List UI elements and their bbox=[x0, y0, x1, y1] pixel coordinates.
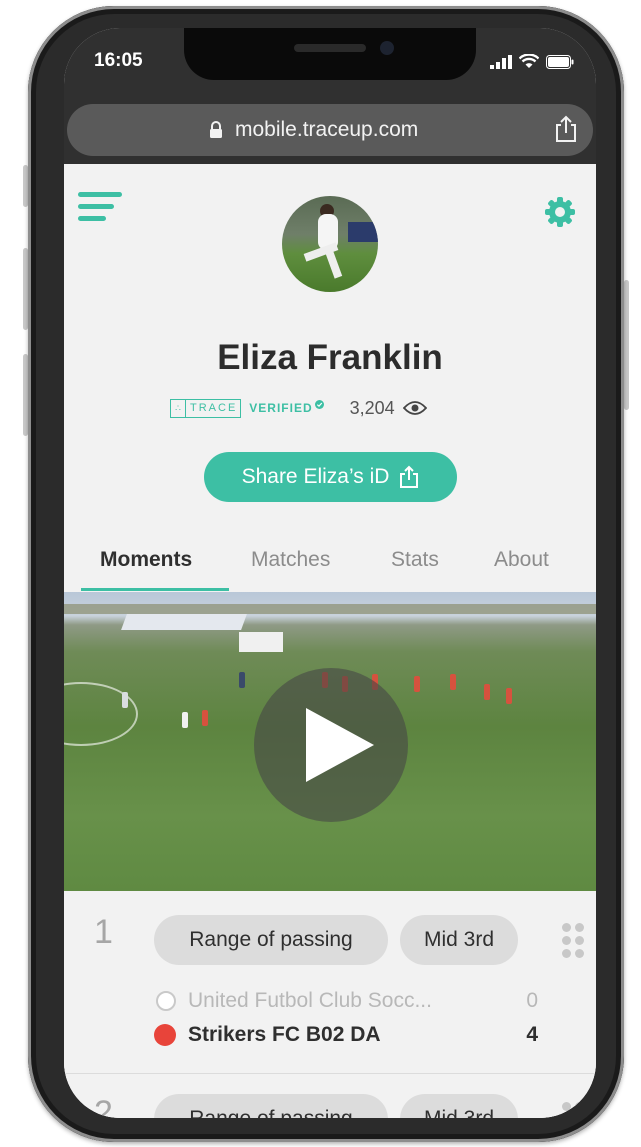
moment-item[interactable]: 1 Range of passing Mid 3rd United Futbol… bbox=[64, 891, 596, 1073]
active-tab-indicator bbox=[81, 588, 229, 591]
video-player bbox=[239, 672, 245, 688]
video-player bbox=[202, 710, 208, 726]
video-player bbox=[484, 684, 490, 700]
profile-name: Eliza Franklin bbox=[217, 338, 443, 377]
video-player bbox=[122, 692, 128, 708]
signal-icon bbox=[490, 55, 512, 69]
video-player bbox=[506, 688, 512, 704]
moment-number: 2 bbox=[94, 1094, 113, 1118]
video-building bbox=[239, 632, 283, 652]
address-bar[interactable]: mobile.traceup.com bbox=[67, 104, 593, 156]
view-count: 3,204 bbox=[349, 397, 395, 418]
phone-screen: 16:05 mobile.traceup.com Eliza Franklin … bbox=[64, 28, 596, 1118]
moment-video[interactable] bbox=[64, 592, 596, 891]
video-player bbox=[450, 674, 456, 690]
team-color-dot bbox=[154, 1024, 176, 1046]
lock-icon bbox=[210, 121, 222, 138]
drag-handle-icon[interactable] bbox=[562, 1102, 584, 1118]
tab-stats[interactable]: Stats bbox=[391, 548, 439, 572]
video-player bbox=[414, 676, 420, 692]
eye-icon bbox=[402, 401, 427, 415]
share-id-button[interactable]: Share Eliza’s iD bbox=[204, 452, 457, 502]
trace-logo-text: TRACE bbox=[190, 402, 238, 414]
avatar-player-leg bbox=[325, 251, 343, 279]
status-bar: 16:05 bbox=[64, 28, 596, 102]
profile-tabs: Moments Matches Stats About bbox=[64, 536, 596, 593]
page-content: Eliza Franklin ∴ TRACE VERIFIED 3,204 Sh… bbox=[64, 164, 596, 1118]
speaker bbox=[294, 44, 366, 52]
avatar-banner bbox=[348, 222, 378, 242]
team-score: 4 bbox=[526, 1023, 538, 1046]
power-button bbox=[624, 280, 629, 410]
play-icon bbox=[306, 708, 374, 782]
tab-moments[interactable]: Moments bbox=[100, 548, 192, 572]
front-camera bbox=[380, 41, 394, 55]
tab-about[interactable]: About bbox=[494, 548, 549, 572]
team-name: Strikers FC B02 DA bbox=[188, 1023, 381, 1046]
team-name: United Futbol Club Socc... bbox=[188, 989, 432, 1012]
team-score: 0 bbox=[526, 989, 538, 1012]
status-icons bbox=[490, 54, 574, 69]
team-color-dot bbox=[156, 991, 176, 1011]
trace-logo-mark: ∴ bbox=[171, 399, 186, 417]
moment-item[interactable]: 2 Range of passing Mid 3rd bbox=[64, 1074, 596, 1118]
browser-bar: mobile.traceup.com bbox=[64, 102, 596, 164]
share-icon[interactable] bbox=[555, 115, 577, 143]
drag-handle-icon[interactable] bbox=[562, 923, 584, 958]
team-row: United Futbol Club Socc... bbox=[156, 989, 432, 1013]
moment-tag[interactable]: Mid 3rd bbox=[400, 1094, 518, 1118]
gear-icon[interactable] bbox=[544, 196, 576, 228]
play-button[interactable] bbox=[254, 668, 408, 822]
video-treeline bbox=[64, 604, 596, 614]
trace-logo: ∴ TRACE bbox=[170, 398, 242, 418]
video-player bbox=[182, 712, 188, 728]
video-stand bbox=[121, 614, 247, 630]
moment-tag[interactable]: Mid 3rd bbox=[400, 915, 518, 965]
url-text: mobile.traceup.com bbox=[235, 118, 419, 141]
verify-row: ∴ TRACE VERIFIED 3,204 bbox=[170, 397, 427, 419]
moment-tag[interactable]: Range of passing bbox=[154, 1094, 388, 1118]
hamburger-menu-icon[interactable] bbox=[78, 192, 122, 228]
moment-tag[interactable]: Range of passing bbox=[154, 915, 388, 965]
wifi-icon bbox=[519, 54, 539, 68]
battery-icon bbox=[546, 55, 574, 69]
share-id-button-label: Share Eliza’s iD bbox=[241, 465, 390, 488]
notch bbox=[184, 28, 476, 80]
verified-label: VERIFIED bbox=[249, 401, 313, 415]
team-row: Strikers FC B02 DA bbox=[154, 1023, 381, 1047]
tab-matches[interactable]: Matches bbox=[251, 548, 330, 572]
verified-badge-icon bbox=[314, 399, 324, 409]
moment-number: 1 bbox=[94, 913, 113, 951]
status-time: 16:05 bbox=[94, 50, 143, 71]
avatar[interactable] bbox=[282, 196, 378, 292]
share-icon bbox=[400, 465, 419, 488]
